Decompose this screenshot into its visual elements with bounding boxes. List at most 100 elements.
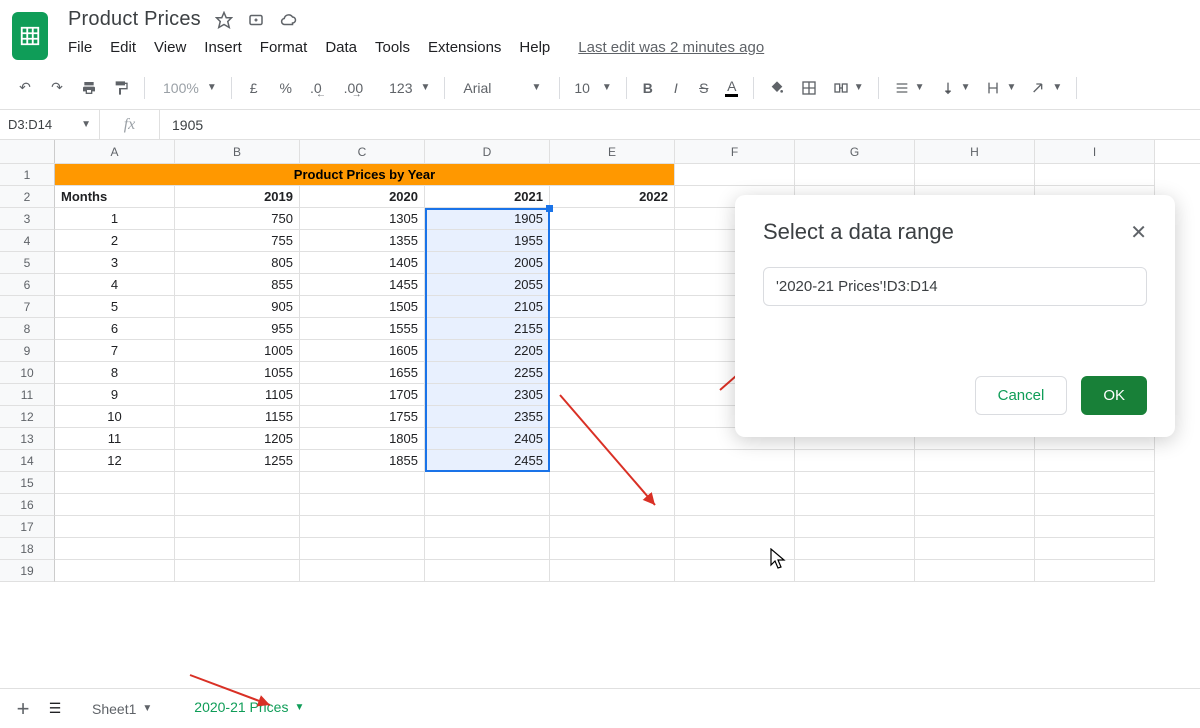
cell[interactable]: 9 (55, 384, 175, 406)
col-header[interactable]: B (175, 140, 300, 163)
cell[interactable]: 1805 (300, 428, 425, 450)
undo-button[interactable]: ↶ (14, 75, 36, 101)
col-header[interactable]: C (300, 140, 425, 163)
formula-input[interactable]: 1905 (160, 117, 1200, 133)
cell[interactable] (550, 450, 675, 472)
cell[interactable] (55, 560, 175, 582)
print-button[interactable] (78, 75, 100, 101)
row-header[interactable]: 2 (0, 186, 55, 208)
cell[interactable]: 1855 (300, 450, 425, 472)
cell[interactable] (550, 252, 675, 274)
cell[interactable]: 750 (175, 208, 300, 230)
sheets-logo[interactable] (12, 12, 48, 60)
row-header[interactable]: 10 (0, 362, 55, 384)
cell[interactable]: 1205 (175, 428, 300, 450)
h-align-button[interactable]: ▼ (891, 75, 927, 101)
cell[interactable] (675, 472, 795, 494)
cell[interactable]: 3 (55, 252, 175, 274)
v-align-button[interactable]: ▼ (937, 75, 973, 101)
cell[interactable]: Months (55, 186, 175, 208)
cell[interactable]: 7 (55, 340, 175, 362)
cell[interactable] (55, 538, 175, 560)
cell[interactable]: 2205 (425, 340, 550, 362)
cell[interactable]: 2019 (175, 186, 300, 208)
cell[interactable] (675, 560, 795, 582)
more-formats-button[interactable]: 123▼ (383, 76, 432, 100)
cell[interactable]: 5 (55, 296, 175, 318)
cell[interactable]: 2105 (425, 296, 550, 318)
cell[interactable] (550, 274, 675, 296)
all-sheets-button[interactable]: ☰ (46, 696, 64, 721)
cell[interactable] (915, 516, 1035, 538)
menu-view[interactable]: View (154, 39, 186, 56)
cell[interactable] (425, 472, 550, 494)
cell[interactable] (675, 494, 795, 516)
cloud-status-icon[interactable] (279, 11, 297, 29)
zoom-dropdown[interactable]: 100%▼ (157, 76, 219, 100)
select-all-corner[interactable] (0, 140, 55, 163)
row-header[interactable]: 1 (0, 164, 55, 186)
cell[interactable]: 6 (55, 318, 175, 340)
bold-button[interactable]: B (639, 76, 657, 100)
cell[interactable] (55, 472, 175, 494)
row-header[interactable]: 7 (0, 296, 55, 318)
cell[interactable] (915, 538, 1035, 560)
cell[interactable]: 1355 (300, 230, 425, 252)
currency-button[interactable]: £ (244, 76, 264, 100)
cell[interactable] (550, 296, 675, 318)
row-header[interactable]: 4 (0, 230, 55, 252)
cell[interactable]: 2055 (425, 274, 550, 296)
cell[interactable] (1035, 538, 1155, 560)
cell[interactable] (175, 516, 300, 538)
row-header[interactable]: 9 (0, 340, 55, 362)
row-header[interactable]: 11 (0, 384, 55, 406)
row-header[interactable]: 5 (0, 252, 55, 274)
cell[interactable]: 1955 (425, 230, 550, 252)
col-header[interactable]: A (55, 140, 175, 163)
menu-extensions[interactable]: Extensions (428, 39, 501, 56)
cell[interactable] (1035, 164, 1155, 186)
row-header[interactable]: 14 (0, 450, 55, 472)
cell[interactable] (550, 472, 675, 494)
cell[interactable]: 1705 (300, 384, 425, 406)
cell[interactable]: 10 (55, 406, 175, 428)
cell[interactable] (675, 538, 795, 560)
decrease-decimal-button[interactable]: .0← (308, 76, 332, 100)
cell[interactable] (425, 538, 550, 560)
cell[interactable] (1035, 494, 1155, 516)
cell[interactable]: 1305 (300, 208, 425, 230)
cell[interactable] (300, 538, 425, 560)
range-input[interactable] (763, 267, 1147, 306)
cell[interactable] (300, 494, 425, 516)
cell[interactable] (175, 538, 300, 560)
menu-edit[interactable]: Edit (110, 39, 136, 56)
cell[interactable]: 1605 (300, 340, 425, 362)
row-header[interactable]: 15 (0, 472, 55, 494)
paint-format-button[interactable] (110, 75, 132, 101)
cell[interactable] (915, 472, 1035, 494)
cell[interactable] (175, 560, 300, 582)
cell[interactable]: 1905 (425, 208, 550, 230)
font-size-dropdown[interactable]: 10 ▼ (572, 76, 613, 100)
cell[interactable]: 2021 (425, 186, 550, 208)
cell[interactable]: 1005 (175, 340, 300, 362)
cell[interactable]: 805 (175, 252, 300, 274)
move-icon[interactable] (247, 11, 265, 29)
menu-data[interactable]: Data (325, 39, 357, 56)
cell[interactable] (550, 406, 675, 428)
cell[interactable]: 1655 (300, 362, 425, 384)
cell[interactable] (300, 516, 425, 538)
cell[interactable] (1035, 472, 1155, 494)
cell[interactable]: 2405 (425, 428, 550, 450)
cell[interactable] (550, 340, 675, 362)
cell[interactable]: 1405 (300, 252, 425, 274)
name-box[interactable]: D3:D14 ▼ (0, 110, 100, 139)
cell[interactable]: 1555 (300, 318, 425, 340)
menu-format[interactable]: Format (260, 39, 308, 56)
row-header[interactable]: 16 (0, 494, 55, 516)
cell[interactable]: 1155 (175, 406, 300, 428)
redo-button[interactable]: ↷ (46, 75, 68, 101)
cell[interactable]: 2155 (425, 318, 550, 340)
cell[interactable] (1035, 450, 1155, 472)
cell[interactable]: 2 (55, 230, 175, 252)
